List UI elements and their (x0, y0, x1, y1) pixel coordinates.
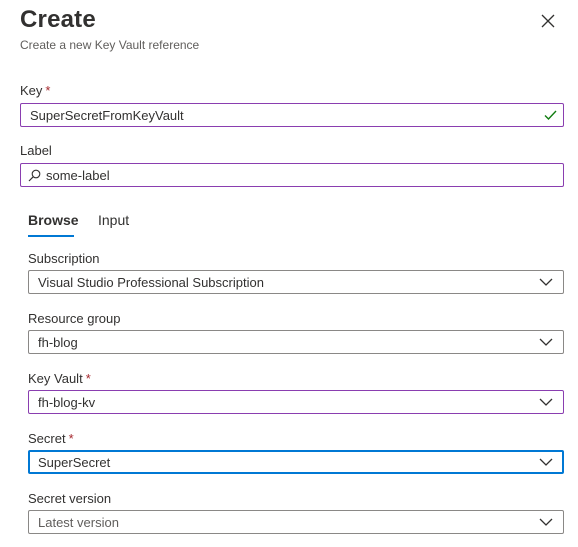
active-tab-indicator (28, 235, 74, 237)
resource-group-value: fh-blog (38, 335, 78, 350)
chevron-down-icon (539, 278, 553, 286)
secret-label: Secret * (28, 431, 74, 446)
key-vault-dropdown[interactable]: fh-blog-kv (28, 390, 564, 414)
resource-group-dropdown[interactable]: fh-blog (28, 330, 564, 354)
required-asterisk: * (68, 431, 74, 446)
chevron-down-icon (539, 458, 553, 466)
subscription-value: Visual Studio Professional Subscription (38, 275, 264, 290)
required-asterisk: * (85, 371, 91, 386)
secret-dropdown[interactable]: SuperSecret (28, 450, 564, 474)
key-label: Key * (20, 83, 50, 98)
secret-version-label: Secret version (28, 491, 112, 506)
close-icon[interactable] (539, 12, 557, 30)
secret-version-dropdown[interactable]: Latest version (28, 510, 564, 534)
label-input-value: some-label (46, 168, 110, 183)
chevron-down-icon (539, 518, 553, 526)
page-subtitle: Create a new Key Vault reference (20, 38, 200, 52)
tab-browse[interactable]: Browse (28, 212, 79, 228)
page-title: Create (20, 6, 96, 33)
tab-input[interactable]: Input (98, 212, 129, 228)
secret-value: SuperSecret (38, 455, 111, 470)
label-input[interactable]: some-label (20, 163, 564, 187)
chevron-down-icon (539, 398, 553, 406)
subscription-dropdown[interactable]: Visual Studio Professional Subscription (28, 270, 564, 294)
required-asterisk: * (45, 83, 51, 98)
key-label-text: Key (20, 83, 43, 98)
secret-label-text: Secret (28, 431, 66, 446)
subscription-label: Subscription (28, 251, 100, 266)
secret-version-value: Latest version (38, 515, 119, 530)
checkmark-icon (544, 110, 557, 121)
key-vault-value: fh-blog-kv (38, 395, 96, 410)
chevron-down-icon (539, 338, 553, 346)
label-field-label: Label (20, 143, 52, 158)
search-icon (28, 169, 41, 182)
key-input[interactable]: SuperSecretFromKeyVault (20, 103, 564, 127)
resource-group-label: Resource group (28, 311, 121, 326)
key-vault-label-text: Key Vault (28, 371, 83, 386)
key-input-value: SuperSecretFromKeyVault (30, 108, 184, 123)
key-vault-label: Key Vault * (28, 371, 91, 386)
